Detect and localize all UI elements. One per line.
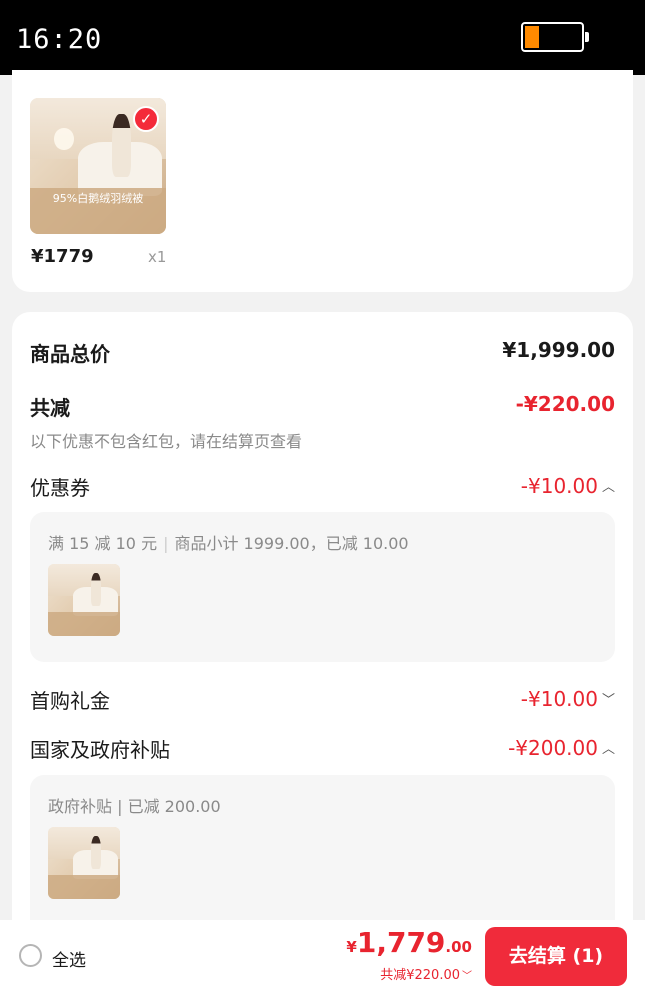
subsidy-product-thumbnail: [48, 827, 120, 899]
status-bar: 16:20: [0, 0, 645, 75]
battery-level-fill: [525, 26, 539, 48]
first-purchase-label[interactable]: 首购礼金: [30, 685, 110, 714]
status-time: 16:20: [16, 24, 103, 55]
subsidy-detail-panel: 政府补贴 | 已减 200.00: [30, 775, 615, 935]
coupon-label[interactable]: 优惠券: [30, 472, 90, 501]
saved-amount-toggle[interactable]: 共减¥220.00 ﹀: [380, 964, 472, 983]
first-purchase-value: -¥10.00: [520, 687, 598, 711]
subsidy-detail-text: 政府补贴 | 已减 200.00: [48, 797, 221, 816]
coupon-detail-panel: 满 15 减 10 元 | 商品小计 1999.00，已减 10.00: [30, 512, 615, 662]
chevron-up-icon[interactable]: ︿: [602, 476, 615, 495]
discount-note: 以下优惠不包含红包，请在结算页查看: [30, 432, 303, 451]
subsidy-label[interactable]: 国家及政府补贴: [30, 734, 170, 763]
checkout-total: ¥1,779.00: [346, 926, 472, 959]
selected-check-icon[interactable]: ✓: [133, 106, 159, 132]
coupon-detail-text: 满 15 减 10 元 | 商品小计 1999.00，已减 10.00: [48, 534, 409, 553]
select-all-label[interactable]: 全选: [52, 946, 86, 971]
subsidy-value: -¥200.00: [508, 736, 598, 760]
total-price-label: 商品总价: [30, 342, 110, 366]
checkout-button[interactable]: 去结算 (1): [485, 927, 627, 986]
price-summary-card: 商品总价 ¥1,999.00 共减 -¥220.00 以下优惠不包含红包，请在结…: [12, 312, 633, 952]
product-price: ¥1779: [31, 246, 94, 267]
select-all-radio[interactable]: [19, 944, 42, 967]
discount-label: 共减: [30, 396, 70, 420]
product-quantity: x1: [148, 248, 167, 266]
chevron-down-icon[interactable]: ﹀: [462, 971, 472, 982]
coupon-row-toggle[interactable]: -¥10.00 ︿: [521, 474, 615, 498]
coupon-value: -¥10.00: [520, 474, 598, 498]
chevron-down-icon[interactable]: ﹀: [602, 689, 615, 708]
product-image-banner: 95%白鹅绒羽绒被: [52, 192, 144, 206]
discount-value: -¥220.00: [515, 392, 615, 416]
coupon-product-thumbnail: [48, 564, 120, 636]
total-price-value: ¥1,999.00: [502, 338, 615, 362]
subsidy-row-toggle[interactable]: -¥200.00 ︿: [508, 736, 615, 760]
checkout-bar: 全选 ¥1,779.00 共减¥220.00 ﹀ 去结算 (1): [0, 920, 645, 991]
first-purchase-row-toggle[interactable]: -¥10.00 ﹀: [521, 687, 615, 711]
product-card: 95%白鹅绒羽绒被 ✓ ¥1779 x1: [12, 70, 633, 292]
battery-icon: [521, 22, 589, 52]
chevron-up-icon[interactable]: ︿: [602, 738, 615, 757]
